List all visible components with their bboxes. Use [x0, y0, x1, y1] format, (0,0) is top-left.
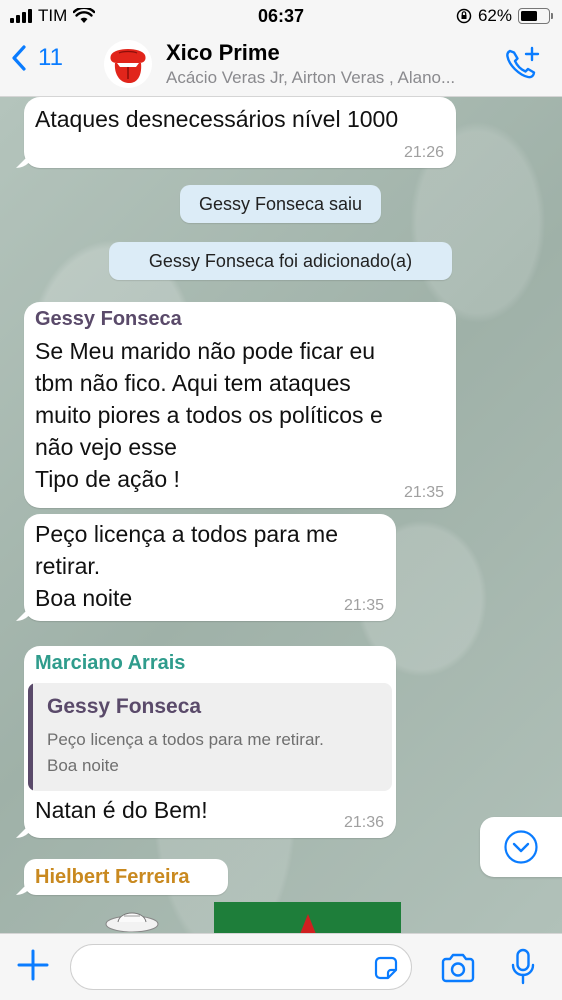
- group-title[interactable]: Xico Prime: [166, 40, 280, 66]
- message-bubble[interactable]: Gessy Fonseca Se Meu marido não pode fic…: [24, 302, 456, 508]
- back-chevron-icon: [12, 45, 26, 71]
- microphone-icon[interactable]: [510, 948, 536, 986]
- message-bubble[interactable]: Marciano Arrais Gessy Fonseca Peço licen…: [24, 646, 396, 838]
- message-bubble[interactable]: Hielbert Ferreira: [24, 859, 228, 895]
- scroll-to-bottom-button[interactable]: [480, 817, 562, 877]
- message-line: não vejo esse: [35, 434, 177, 460]
- image-message[interactable]: [214, 902, 401, 933]
- quote-sender: Gessy Fonseca: [47, 695, 202, 718]
- quote-line: Boa noite: [47, 756, 119, 775]
- plus-icon[interactable]: [16, 948, 50, 982]
- message-text: Se Meu marido não pode ficar eu tbm não …: [35, 335, 383, 495]
- back-button[interactable]: 11: [10, 44, 63, 72]
- sticker-icon[interactable]: [372, 954, 400, 982]
- group-members[interactable]: Acácio Veras Jr, Airton Veras , Alano...: [166, 68, 492, 88]
- message-text: Peço licença a todos para me retirar. Bo…: [35, 518, 338, 614]
- battery-icon: [518, 8, 553, 24]
- message-line: muito piores a todos os políticos e: [35, 402, 383, 428]
- sticker-image[interactable]: [100, 902, 164, 932]
- battery-percent: 62%: [477, 6, 512, 25]
- message-line: Boa noite: [35, 585, 133, 611]
- composer-bar: [0, 933, 562, 1000]
- message-line: Peço licença a todos para me: [35, 521, 339, 547]
- message-text: Natan é do Bem!: [35, 797, 208, 823]
- quote-text: Peço licença a todos para me retirar. Bo…: [47, 727, 387, 779]
- message-line: retirar.: [35, 553, 101, 579]
- rolling-stones-tongue-icon: [110, 49, 146, 83]
- message-time: 21:35: [403, 484, 444, 501]
- quoted-message[interactable]: Gessy Fonseca Peço licença a todos para …: [28, 683, 392, 791]
- message-bubble[interactable]: Ataques desnecessários nível 1000 21:26: [24, 97, 456, 168]
- chevron-down-circle-icon: [504, 830, 538, 864]
- quote-line: Peço licença a todos para me retirar.: [47, 730, 324, 749]
- system-message: Gessy Fonseca foi adicionado(a): [109, 242, 452, 280]
- chat-header: 11 Xico Prime Acácio Veras Jr, Airton Ve…: [0, 32, 562, 97]
- camera-icon[interactable]: [440, 952, 476, 984]
- orientation-lock-icon: [456, 8, 472, 24]
- message-sender[interactable]: Marciano Arrais: [35, 649, 185, 677]
- chat-area[interactable]: Ataques desnecessários nível 1000 21:26 …: [0, 97, 562, 933]
- image-content: [300, 914, 316, 933]
- top-bar: TIM 06:37 62% 11 Xico Prime Acácio Veras…: [0, 0, 562, 97]
- status-bar: TIM 06:37 62%: [0, 0, 562, 32]
- message-text: Ataques desnecessários nível 1000: [35, 106, 399, 132]
- quote-bar: [28, 683, 33, 791]
- message-time: 21:36: [343, 814, 384, 831]
- message-line: tbm não fico. Aqui tem ataques: [35, 370, 351, 396]
- message-sender[interactable]: Hielbert Ferreira: [35, 863, 190, 891]
- message-line: Tipo de ação !: [35, 466, 180, 492]
- status-right: 62%: [456, 6, 553, 26]
- message-time: 21:35: [343, 597, 384, 614]
- message-input[interactable]: [70, 944, 412, 990]
- message-sender[interactable]: Gessy Fonseca: [35, 305, 182, 333]
- group-avatar[interactable]: [104, 40, 152, 88]
- message-time: 21:26: [403, 144, 444, 161]
- battery-fill: [521, 11, 538, 21]
- back-count: 11: [38, 44, 63, 71]
- system-message: Gessy Fonseca saiu: [180, 185, 381, 223]
- add-call-icon[interactable]: [502, 44, 542, 84]
- message-line: Se Meu marido não pode ficar eu: [35, 338, 376, 364]
- message-bubble[interactable]: Peço licença a todos para me retirar. Bo…: [24, 514, 396, 621]
